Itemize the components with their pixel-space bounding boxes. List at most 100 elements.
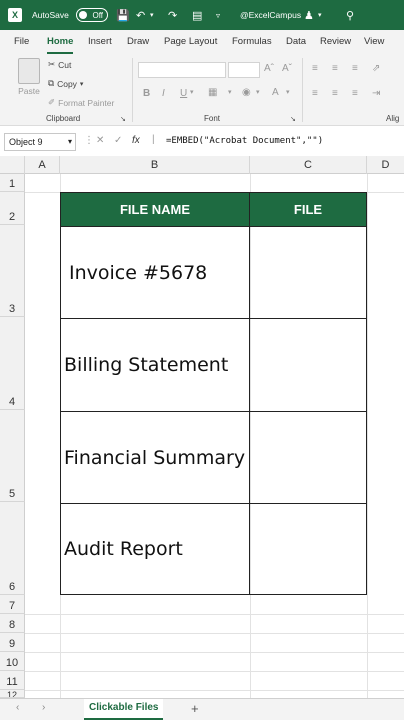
row-header-2[interactable]: 2 (0, 192, 25, 225)
row-header-5[interactable]: 5 (0, 410, 25, 502)
tab-home[interactable]: Home (47, 30, 74, 54)
sheet-tab-clickable-files[interactable]: Clickable Files (84, 699, 164, 720)
tab-data[interactable]: Data (286, 30, 306, 54)
underline-dropdown-icon[interactable]: ▾ (190, 88, 194, 96)
indent-icon[interactable]: ⇥ (372, 88, 380, 99)
scissors-icon: ✂ (48, 59, 56, 69)
table-cell-file-name[interactable]: Audit Report (61, 503, 250, 594)
column-header-b[interactable]: B (60, 156, 250, 174)
formula-bar: Object 9 ▾ ⋮ ✕ ✓ fx | =EMBED("Acrobat Do… (0, 132, 404, 152)
row-header-9[interactable]: 9 (0, 633, 25, 652)
tab-draw[interactable]: Draw (127, 30, 149, 54)
user-icon[interactable]: ♟ (304, 0, 314, 30)
insert-function-icon[interactable]: fx (132, 135, 140, 146)
name-box-dropdown-icon[interactable]: ▾ (68, 134, 72, 150)
formula-input[interactable]: =EMBED("Acrobat Document","") (166, 136, 323, 146)
previous-sheet-icon[interactable]: ‹ (16, 702, 19, 713)
ribbon-tabs: File Home Insert Draw Page Layout Formul… (0, 30, 404, 54)
column-headers: A B C D (0, 156, 404, 174)
paste-icon (18, 58, 40, 84)
column-header-d[interactable]: D (367, 156, 404, 174)
tab-page-layout[interactable]: Page Layout (164, 30, 217, 54)
account-dropdown-icon[interactable]: ▾ (318, 0, 322, 30)
fill-dropdown-icon[interactable]: ▾ (256, 88, 260, 96)
table-header-file-name[interactable]: FILE NAME (61, 193, 250, 226)
font-size-box[interactable] (228, 62, 260, 78)
format-painter-button[interactable]: ✐ Format Painter (48, 97, 114, 108)
decrease-font-icon[interactable]: Aˇ (282, 63, 292, 74)
row-header-12[interactable]: 12 (0, 690, 25, 698)
row-header-7[interactable]: 7 (0, 595, 25, 614)
gridline (25, 633, 404, 634)
sheet-tab-bar: ‹ › Clickable Files + (0, 698, 404, 720)
borders-icon[interactable]: ▦ (208, 87, 217, 98)
row-header-6[interactable]: 6 (0, 502, 25, 595)
cut-button[interactable]: ✂ Cut (48, 59, 71, 70)
column-header-a[interactable]: A (25, 156, 60, 174)
font-color-icon[interactable]: A (272, 87, 279, 98)
redo-icon[interactable]: ↷ (168, 0, 177, 30)
align-right-icon[interactable]: ≡ (352, 88, 358, 99)
paste-label: Paste (18, 86, 40, 96)
font-name-box[interactable] (138, 62, 226, 78)
copy-button[interactable]: ⧉ Copy ▾ (48, 78, 83, 89)
font-launcher-icon[interactable]: ↘ (290, 115, 296, 123)
undo-icon[interactable]: ↶ (136, 0, 145, 30)
tab-file[interactable]: File (14, 30, 29, 54)
gridline (367, 174, 368, 698)
select-all-corner[interactable] (0, 156, 25, 174)
cancel-icon[interactable]: ✕ (96, 135, 104, 146)
orientation-icon[interactable]: ⇗ (372, 63, 380, 74)
search-icon[interactable]: ⚲ (346, 0, 354, 30)
customize-toolbar-icon[interactable]: ▿ (216, 0, 220, 30)
autosave-toggle[interactable]: Off (72, 0, 108, 30)
align-middle-icon[interactable]: ≡ (332, 63, 338, 74)
font-color-dropdown-icon[interactable]: ▾ (286, 88, 290, 96)
align-top-icon[interactable]: ≡ (312, 63, 318, 74)
row-header-4[interactable]: 4 (0, 317, 25, 410)
italic-button[interactable]: I (162, 88, 165, 99)
table-cell-file[interactable] (250, 318, 366, 411)
align-left-icon[interactable]: ≡ (312, 88, 318, 99)
tab-review[interactable]: Review (320, 30, 351, 54)
table-cell-file-name[interactable]: Invoice #5678 (61, 226, 250, 318)
name-box[interactable]: Object 9 ▾ (4, 133, 76, 151)
increase-font-icon[interactable]: Aˆ (264, 63, 274, 74)
table-cell-file[interactable] (250, 226, 366, 318)
paste-button[interactable]: Paste (18, 58, 40, 96)
column-header-c[interactable]: C (250, 156, 367, 174)
copy-label: Copy (57, 78, 77, 89)
add-sheet-button[interactable]: + (191, 701, 199, 716)
table-cell-file[interactable] (250, 411, 366, 503)
table-cell-file[interactable] (250, 503, 366, 594)
next-sheet-icon[interactable]: › (42, 702, 45, 713)
tab-view[interactable]: View (364, 30, 384, 54)
bold-button[interactable]: B (143, 88, 150, 99)
fill-color-icon[interactable]: ◉ (242, 87, 251, 98)
enter-icon[interactable]: ✓ (114, 135, 122, 146)
gridline (25, 671, 404, 672)
form-icon[interactable]: ▤ (192, 0, 202, 30)
row-header-3[interactable]: 3 (0, 225, 25, 317)
row-header-8[interactable]: 8 (0, 614, 25, 633)
underline-button[interactable]: U (180, 88, 187, 99)
tab-formulas[interactable]: Formulas (232, 30, 272, 54)
align-center-icon[interactable]: ≡ (332, 88, 338, 99)
undo-dropdown-icon[interactable]: ▾ (150, 0, 154, 30)
row-header-10[interactable]: 10 (0, 652, 25, 671)
row-header-1[interactable]: 1 (0, 174, 25, 192)
table-cell-file-name[interactable]: Financial Summary (61, 411, 250, 503)
cut-label: Cut (58, 59, 72, 70)
align-bottom-icon[interactable]: ≡ (352, 63, 358, 74)
row-header-11[interactable]: 11 (0, 671, 25, 690)
table-header-file[interactable]: FILE (250, 193, 366, 226)
clipboard-launcher-icon[interactable]: ↘ (120, 115, 126, 123)
alignment-group-label: Alig (386, 114, 400, 123)
autosave-label: AutoSave (32, 10, 69, 20)
ribbon: Paste ✂ Cut ⧉ Copy ▾ ✐ Format Painter Cl… (0, 54, 404, 126)
tab-insert[interactable]: Insert (88, 30, 112, 54)
borders-dropdown-icon[interactable]: ▾ (228, 88, 232, 96)
copy-dropdown-icon[interactable]: ▾ (80, 80, 84, 88)
save-icon[interactable]: 💾 (116, 0, 130, 30)
table-cell-file-name[interactable]: Billing Statement (61, 318, 250, 411)
